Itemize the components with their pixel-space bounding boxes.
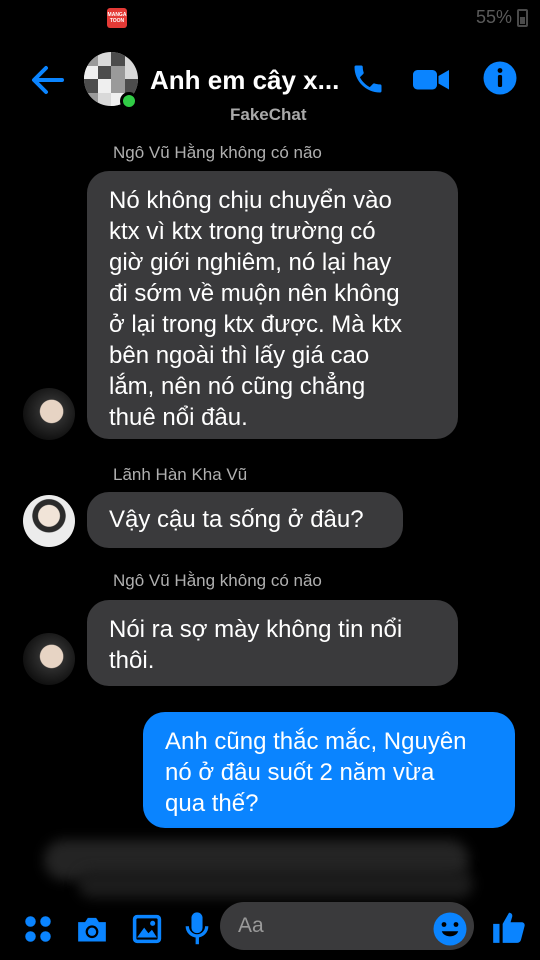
conversation-title[interactable]: Anh em cây x... xyxy=(150,65,340,96)
microphone-icon[interactable] xyxy=(184,911,210,947)
video-camera-icon[interactable] xyxy=(410,60,452,98)
conversation-subtitle: FakeChat xyxy=(230,105,307,124)
back-arrow-icon[interactable] xyxy=(28,62,68,98)
apps-icon[interactable] xyxy=(23,914,53,944)
avatar[interactable] xyxy=(23,633,75,685)
own-message-bubble[interactable]: Anh cũng thắc mắc, Nguyên nó ở đâu suốt … xyxy=(143,712,515,828)
message-bubble[interactable]: Vậy cậu ta sống ở đâu? xyxy=(87,492,403,548)
emoji-icon[interactable] xyxy=(432,911,468,947)
online-indicator xyxy=(120,92,138,110)
redacted-area xyxy=(78,870,473,898)
chat-header: Anh em cây x... FakeChat xyxy=(0,36,540,128)
app-notification-icon: MANGA TOON xyxy=(107,8,127,28)
message-bubble[interactable]: Nó không chịu chuyển vào ktx vì ktx tron… xyxy=(87,171,458,439)
status-bar: MANGA TOON 55% xyxy=(0,0,540,36)
thumbs-up-icon[interactable] xyxy=(490,908,528,946)
battery-icon xyxy=(517,9,528,27)
message-sender: Lãnh Hàn Kha Vũ xyxy=(113,465,248,484)
avatar[interactable] xyxy=(23,495,75,547)
avatar[interactable] xyxy=(23,388,75,440)
camera-icon[interactable] xyxy=(74,912,110,946)
message-bubble[interactable]: Nói ra sợ mày không tin nổi thôi. xyxy=(87,600,458,686)
phone-icon[interactable] xyxy=(350,60,386,98)
info-icon[interactable] xyxy=(482,60,518,96)
battery-percentage: 55% xyxy=(475,7,512,27)
message-sender: Ngô Vũ Hằng không có não xyxy=(113,143,322,162)
message-sender: Ngô Vũ Hằng không có não xyxy=(113,571,322,590)
gallery-icon[interactable] xyxy=(130,912,164,946)
